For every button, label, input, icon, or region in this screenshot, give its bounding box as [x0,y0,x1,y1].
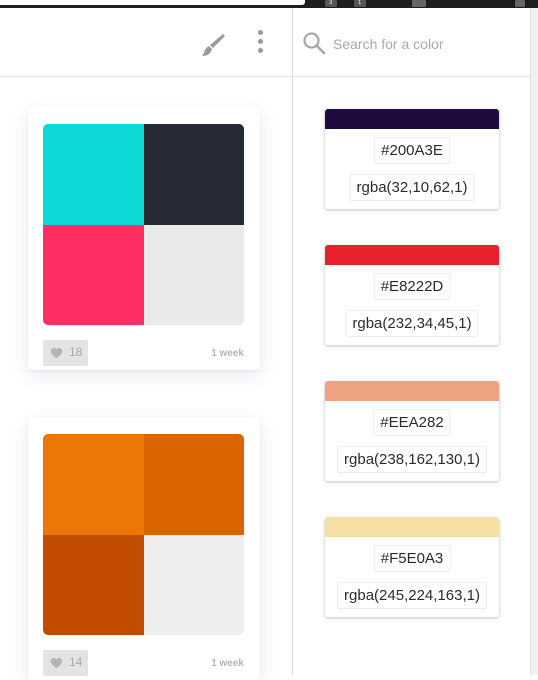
heart-icon [50,658,63,669]
palette-color-swatch[interactable] [143,124,244,225]
color-card[interactable]: #F5E0A3 rgba(245,224,163,1) [325,517,499,617]
color-card[interactable]: #200A3E rgba(32,10,62,1) [325,109,499,209]
search-bar [293,8,530,77]
paint-brush-icon[interactable] [198,31,226,59]
palette-color-swatch[interactable] [43,434,144,535]
like-button[interactable]: 18 [43,340,88,366]
rgba-value[interactable]: rgba(238,162,130,1) [337,446,487,473]
hex-value[interactable]: #E8222D [373,273,451,300]
color-bar[interactable] [325,109,499,129]
search-icon[interactable] [302,31,326,55]
palette-card[interactable]: 14 1 week [28,417,260,680]
color-bar[interactable] [325,245,499,265]
rgba-value[interactable]: rgba(232,34,45,1) [345,310,479,337]
palette-color-swatch[interactable] [43,224,144,325]
extension-badge-count: 3 [329,0,333,6]
rgba-value[interactable]: rgba(245,224,163,1) [337,582,487,609]
palette-color-swatch[interactable] [143,534,244,635]
palette-swatches[interactable] [43,434,244,635]
hex-value[interactable]: #F5E0A3 [373,545,451,572]
palette-color-swatch[interactable] [143,224,244,325]
palette-color-swatch[interactable] [43,124,144,225]
color-bar[interactable] [325,517,499,537]
rgba-value[interactable]: rgba(32,10,62,1) [349,174,475,201]
search-input[interactable] [333,32,513,56]
palette-swatches[interactable] [43,124,244,325]
palette-color-swatch[interactable] [43,534,144,635]
like-button[interactable]: 14 [43,650,88,676]
address-bar[interactable] [0,0,305,5]
hex-value[interactable]: #EEA282 [373,409,451,436]
more-vertical-icon[interactable] [253,30,267,58]
extension-badge-count: 1 [358,0,362,6]
extension-icon[interactable] [412,0,426,7]
palette-card[interactable]: 18 1 week [28,107,260,370]
color-detail-panel: #200A3E rgba(32,10,62,1) #E8222D rgba(23… [293,8,530,675]
like-count: 14 [69,655,83,669]
extension-badge[interactable]: 1 [354,0,366,7]
heart-icon [50,348,63,359]
palette-age: 1 week [211,658,244,669]
app-header [0,8,292,77]
extension-icon[interactable] [515,0,525,7]
color-card[interactable]: #E8222D rgba(232,34,45,1) [325,245,499,345]
color-bar[interactable] [325,381,499,401]
hex-value[interactable]: #200A3E [374,137,450,164]
scrollbar-track[interactable] [530,8,538,675]
extension-badge[interactable]: 3 [325,0,337,7]
palette-color-swatch[interactable] [143,434,244,535]
browser-top-strip: 3 1 [0,0,538,8]
palette-age: 1 week [211,348,244,359]
like-count: 18 [69,345,83,359]
color-card[interactable]: #EEA282 rgba(238,162,130,1) [325,381,499,481]
